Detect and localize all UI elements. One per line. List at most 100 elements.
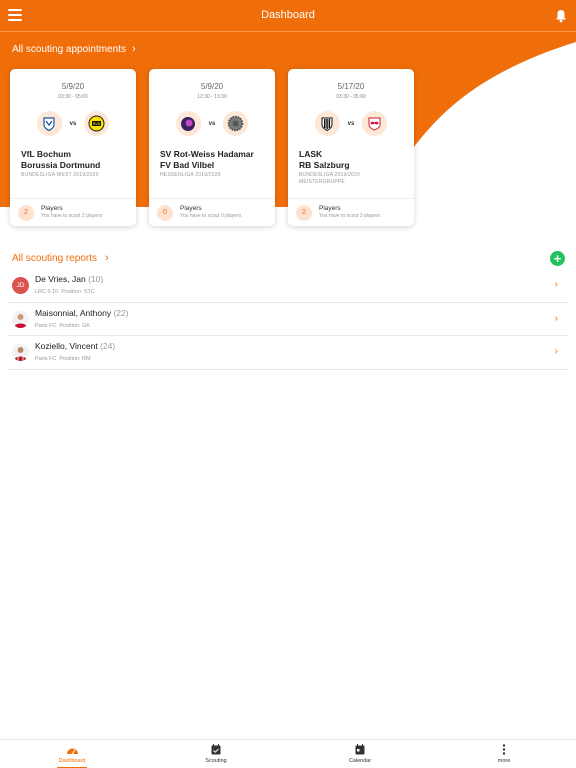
nav-item-dashboard[interactable]: Dashboard [0, 740, 144, 768]
away-team: Borussia Dortmund [21, 160, 101, 170]
more-vertical-icon [502, 744, 506, 755]
player-count-badge: 2 [296, 204, 312, 221]
players-title: Players [41, 205, 63, 212]
bvb-crest-icon: BVB [84, 111, 110, 136]
home-team: VfL Bochum [21, 149, 71, 159]
match-crests: vs [288, 111, 414, 136]
player-meta: LRC 0.10 Position: STC [35, 289, 95, 295]
chevron-right-icon: › [554, 346, 558, 357]
players-footer: 0 Players You have to scout 0 players [149, 198, 275, 226]
appointment-card[interactable]: 5/9/20 03:30 - 05:00 vs BVB VfL Bochum B… [10, 69, 136, 226]
player-photo-icon [12, 310, 29, 328]
chevron-right-icon: › [554, 279, 558, 290]
player-club: Paris FC [35, 356, 57, 362]
player-position: Position: STC [61, 289, 95, 295]
lask-crest-icon [314, 111, 340, 136]
away-team: RB Salzburg [299, 160, 350, 170]
match-date: 5/9/20 [61, 82, 85, 91]
hadamar-crest-icon [175, 111, 201, 136]
page-title: Dashboard [261, 9, 315, 21]
vfl-bochum-crest-icon [36, 111, 62, 136]
home-team: LASK [299, 149, 323, 159]
player-name: Koziello, Vincent (24) [35, 341, 115, 351]
players-title: Players [180, 205, 202, 212]
nav-item-more[interactable]: more [432, 740, 576, 768]
match-time: 12:30 - 13:30 [197, 94, 227, 100]
app-header: Dashboard [0, 0, 576, 32]
match-teams: LASK RB Salzburg [299, 149, 350, 171]
add-report-button[interactable]: + [550, 251, 565, 266]
all-appointments-label: All scouting appointments [12, 43, 126, 55]
nav-item-calendar[interactable]: Calendar [288, 740, 432, 768]
appointment-card[interactable]: 5/9/20 12:30 - 13:30 vs SV Rot-Weiss Had… [149, 69, 275, 226]
player-club: Paris FC [35, 322, 57, 329]
chevron-right-icon: › [554, 312, 558, 324]
players-subtitle: You have to scout 0 players [180, 213, 242, 219]
player-meta: Paris FC Position: GK [35, 323, 90, 329]
bad-vilbel-crest-icon [223, 111, 249, 136]
players-title: Players [319, 205, 341, 212]
player-position: Position: GK [59, 322, 90, 329]
calendar-icon [355, 744, 365, 755]
league-name: BUNDESLIGA 2019/2020 [299, 172, 360, 178]
player-meta: Paris FC Position: RM [35, 356, 91, 362]
league-info: BUNDESLIGA 2019/2020 MEISTERGRUPPE [299, 172, 360, 186]
nav-label: Scouting [205, 758, 227, 764]
league-name: HESSENLIGA 2019/2020 [160, 172, 221, 178]
shirt-number: (10) [88, 274, 104, 284]
players-subtitle: You have to scout 2 players [41, 213, 103, 219]
player-name: Maisonnial, Anthony (22) [35, 308, 129, 318]
all-reports-label: All scouting reports [12, 252, 98, 264]
match-crests: vs [149, 111, 275, 136]
all-reports-link[interactable]: All scouting reports › [12, 252, 109, 264]
svg-text:BVB: BVB [93, 122, 101, 126]
match-time: 03:30 - 05:00 [336, 94, 366, 100]
speedometer-icon [66, 744, 79, 755]
match-date: 5/17/20 [337, 82, 365, 91]
nav-label: Dashboard [58, 758, 86, 764]
report-row[interactable]: JD De Vries, Jan (10) LRC 0.10 Position: … [8, 269, 568, 303]
match-teams: VfL Bochum Borussia Dortmund [21, 149, 100, 171]
player-club: LRC 0.10 [35, 289, 59, 295]
nav-label: more [497, 758, 511, 764]
player-position: Position: RM [59, 356, 91, 362]
league-group: MEISTERGRUPPE [299, 179, 345, 185]
avatar: JD [12, 277, 29, 294]
player-count-badge: 0 [157, 204, 173, 221]
home-team: SV Rot-Weiss Hadamar [160, 149, 254, 159]
bottom-nav: Dashboard Scouting Calendar more [0, 739, 576, 768]
appointment-cards: 5/9/20 03:30 - 05:00 vs BVB VfL Bochum B… [10, 69, 414, 226]
report-row[interactable]: Maisonnial, Anthony (22) Paris FC Positio… [8, 303, 568, 336]
player-count-badge: 2 [18, 204, 34, 221]
match-crests: vs BVB [10, 111, 136, 136]
league-name: BUNDESLIGA WEST 2019/2020 [21, 172, 99, 178]
nav-item-scouting[interactable]: Scouting [144, 740, 288, 768]
player-name-text: Koziello, Vincent [35, 341, 98, 351]
vs-label: vs [69, 120, 77, 127]
player-name: De Vries, Jan (10) [35, 274, 103, 284]
report-row[interactable]: Koziello, Vincent (24) Paris FC Position:… [8, 336, 568, 370]
chevron-right-icon: › [131, 43, 136, 55]
appointment-card[interactable]: 5/17/20 03:30 - 05:00 vs LASK RB Salzbur… [288, 69, 414, 226]
league-info: BUNDESLIGA WEST 2019/2020 [21, 172, 99, 179]
chevron-right-icon: › [105, 252, 109, 264]
calendar-check-icon [211, 744, 221, 755]
avatar [12, 310, 29, 328]
player-name-text: De Vries, Jan [35, 274, 86, 284]
match-time: 03:30 - 05:00 [58, 94, 88, 100]
match-teams: SV Rot-Weiss Hadamar FV Bad Vilbel [160, 149, 254, 171]
shirt-number: (24) [100, 341, 116, 351]
away-team: FV Bad Vilbel [160, 160, 215, 170]
all-appointments-link[interactable]: All scouting appointments › [12, 43, 136, 55]
players-footer: 2 Players You have to scout 2 players [288, 198, 414, 226]
shirt-number: (22) [113, 307, 129, 318]
report-list: JD De Vries, Jan (10) LRC 0.10 Position: … [8, 269, 568, 370]
vs-label: vs [208, 120, 216, 127]
league-info: HESSENLIGA 2019/2020 [160, 172, 221, 179]
players-subtitle: You have to scout 2 players [319, 213, 381, 219]
vs-label: vs [347, 120, 355, 127]
bell-icon[interactable] [555, 9, 567, 23]
avatar [12, 344, 29, 361]
player-photo-icon [12, 344, 29, 361]
nav-label: Calendar [348, 758, 372, 764]
